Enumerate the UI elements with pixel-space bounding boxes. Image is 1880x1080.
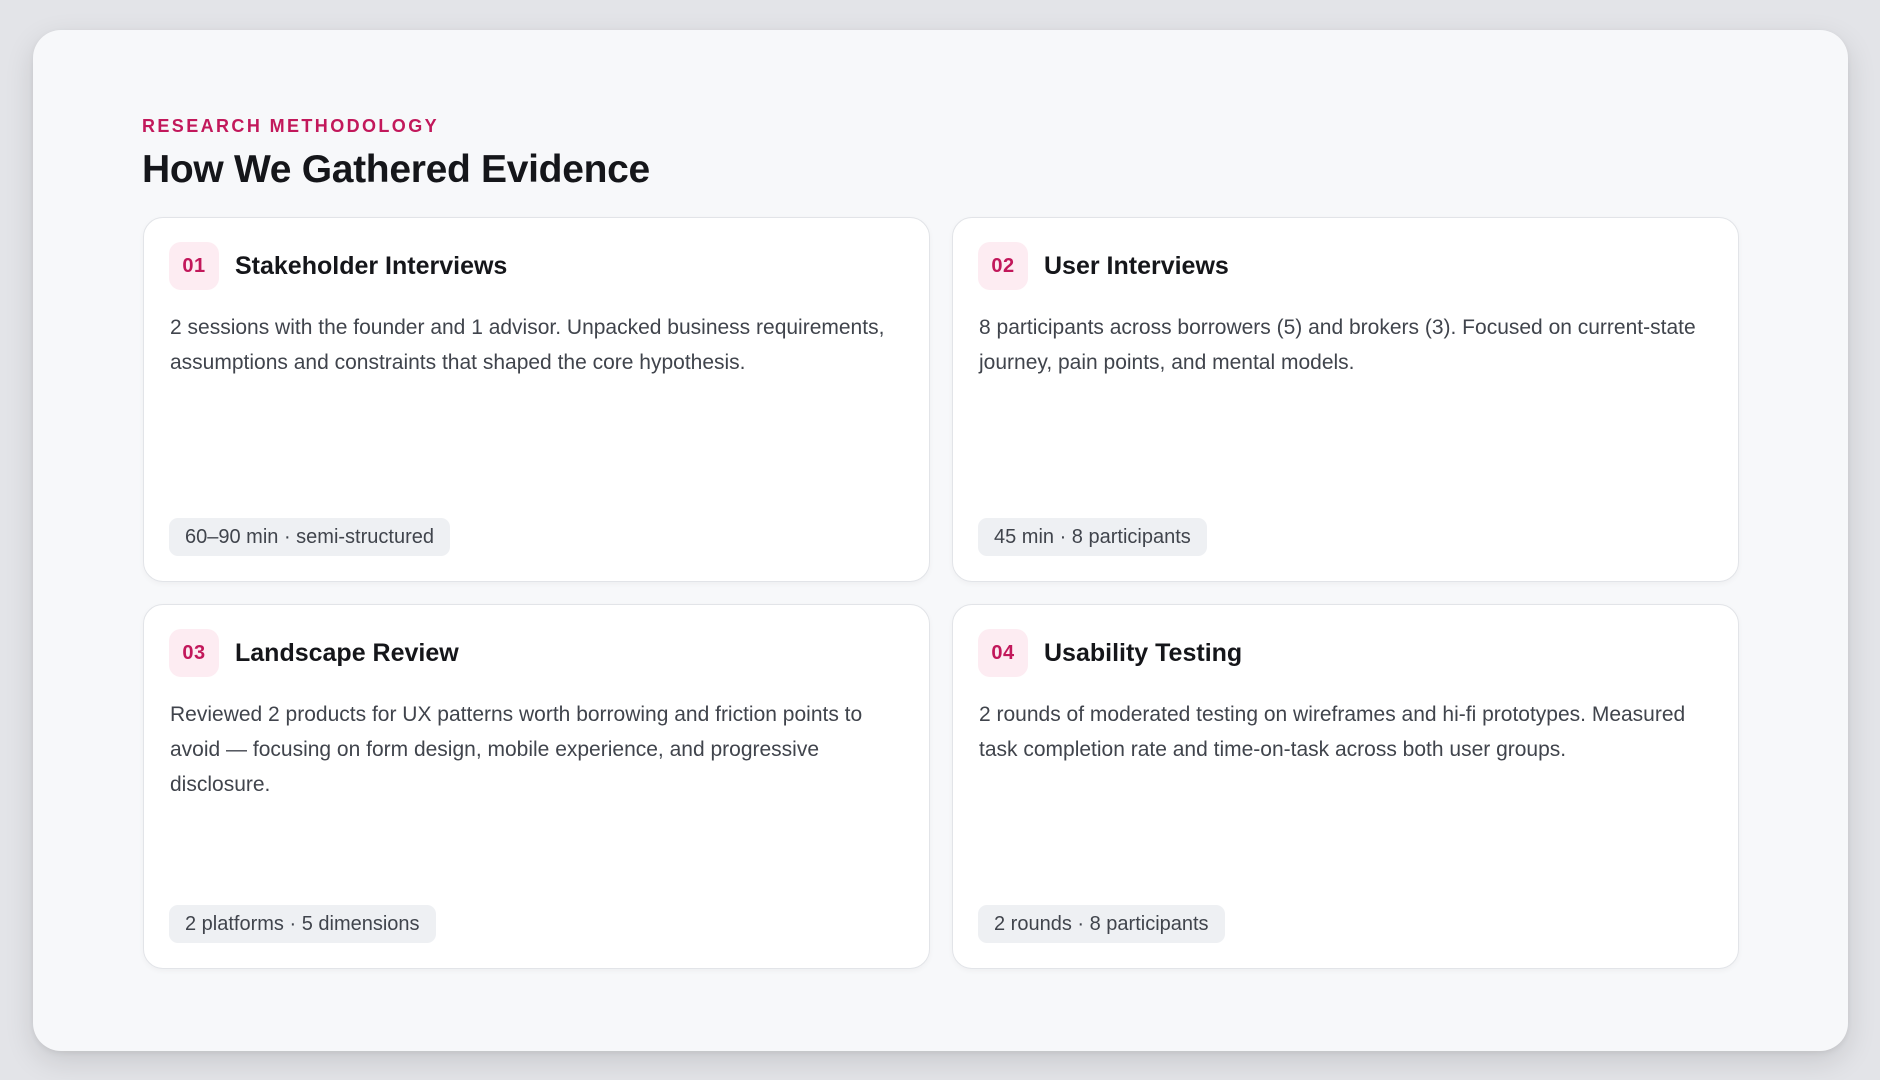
- card-number-badge: 01: [169, 242, 219, 290]
- card-description: 2 rounds of moderated testing on wirefra…: [979, 703, 1686, 761]
- method-card-landscape-review: 03 Landscape Review Reviewed 2 products …: [143, 604, 930, 969]
- card-meta-tag: 45 min · 8 participants: [978, 518, 1207, 556]
- card-description: 8 participants across borrowers (5) and …: [979, 316, 1696, 374]
- card-number-badge: 03: [169, 629, 219, 677]
- methodology-panel: RESEARCH METHODOLOGY How We Gathered Evi…: [33, 30, 1848, 1051]
- card-number-badge: 04: [978, 629, 1028, 677]
- card-meta-tag: 60–90 min · semi-structured: [169, 518, 450, 556]
- card-meta-tag: 2 rounds · 8 participants: [978, 905, 1225, 943]
- card-meta-tag: 2 platforms · 5 dimensions: [169, 905, 436, 943]
- card-number-badge: 02: [978, 242, 1028, 290]
- method-card-usability-testing: 04 Usability Testing 2 rounds of moderat…: [952, 604, 1739, 969]
- card-title: Stakeholder Interviews: [235, 252, 508, 280]
- card-description: 2 sessions with the founder and 1 adviso…: [170, 316, 885, 374]
- section-eyebrow: RESEARCH METHODOLOGY: [142, 116, 440, 136]
- card-title: Landscape Review: [235, 639, 459, 667]
- card-title: User Interviews: [1044, 252, 1229, 280]
- method-card-user-interviews: 02 User Interviews 8 participants across…: [952, 217, 1739, 582]
- card-title: Usability Testing: [1044, 639, 1243, 667]
- card-description: Reviewed 2 products for UX patterns wort…: [170, 703, 863, 796]
- method-card-stakeholder-interviews: 01 Stakeholder Interviews 2 sessions wit…: [143, 217, 930, 582]
- section-title: How We Gathered Evidence: [142, 148, 650, 191]
- method-card-grid: 01 Stakeholder Interviews 2 sessions wit…: [143, 217, 1739, 969]
